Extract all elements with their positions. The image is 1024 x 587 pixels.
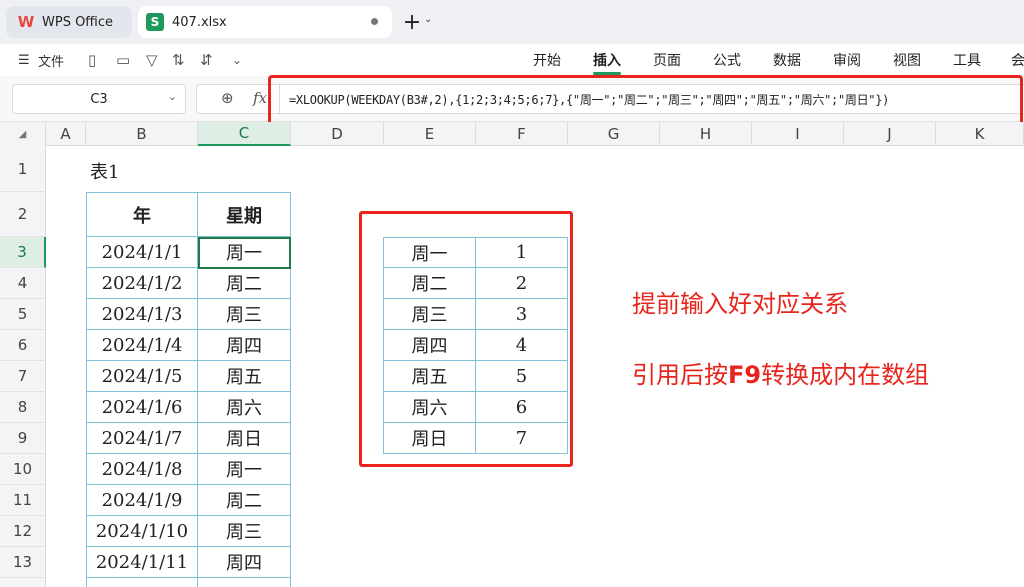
column-header-b[interactable]: B: [86, 122, 198, 146]
file-menu[interactable]: 文件: [38, 44, 64, 76]
date-cell[interactable]: 2024/1/7: [86, 423, 198, 454]
date-cell[interactable]: 2024/1/11: [86, 547, 198, 578]
date-cell[interactable]: 2024/1/5: [86, 361, 198, 392]
weekday-cell[interactable]: 周二: [197, 485, 291, 516]
tab-label: 407.xlsx: [172, 14, 227, 30]
select-all-corner[interactable]: ◢: [0, 122, 46, 146]
row-header-1[interactable]: 1: [0, 146, 46, 192]
formula-highlight-box: [268, 75, 1023, 128]
row-header-7[interactable]: 7: [0, 361, 46, 392]
date-cell[interactable]: 2024/1/8: [86, 454, 198, 485]
annotation-line-2: 引用后按F9转换成内在数组: [632, 355, 929, 390]
menu-icon[interactable]: ☰: [18, 44, 30, 76]
annotation-suffix: 转换成内在数组: [761, 361, 930, 389]
row-header-12[interactable]: 12: [0, 516, 46, 547]
weekday-cell[interactable]: 周四: [197, 330, 291, 361]
menu-review[interactable]: 审阅: [833, 44, 861, 76]
tab-file[interactable]: S 407.xlsx: [138, 6, 392, 38]
date-cell[interactable]: 2024/1/9: [86, 485, 198, 516]
date-cell[interactable]: 2024/1/6: [86, 392, 198, 423]
row-header-4[interactable]: 4: [0, 268, 46, 299]
cell-reference: C3: [90, 91, 108, 107]
weekday-cell[interactable]: 周六: [197, 392, 291, 423]
row-header-13[interactable]: 13: [0, 547, 46, 578]
annotation-line-1: 提前输入好对应关系: [632, 290, 848, 318]
column-header-j[interactable]: J: [844, 122, 936, 146]
column-header-k[interactable]: K: [936, 122, 1024, 146]
row-header-6[interactable]: 6: [0, 330, 46, 361]
new-tab-button[interactable]: +: [402, 8, 422, 36]
menu-start[interactable]: 开始: [533, 44, 561, 76]
menu-tools[interactable]: 工具: [953, 44, 981, 76]
fx-icon[interactable]: fx: [253, 89, 267, 107]
row-header-11[interactable]: 11: [0, 485, 46, 516]
row-header-9[interactable]: 9: [0, 423, 46, 454]
menu-view[interactable]: 视图: [893, 44, 921, 76]
menu-member[interactable]: 会: [1011, 44, 1024, 76]
selected-cell-c3[interactable]: [198, 237, 291, 269]
date-cell[interactable]: 2024/1/10: [86, 516, 198, 547]
weekday-cell[interactable]: 周四: [197, 547, 291, 578]
row-header-10[interactable]: 10: [0, 454, 46, 485]
date-cell[interactable]: 2024/1/4: [86, 330, 198, 361]
weekday-cell[interactable]: 周五: [197, 361, 291, 392]
column-header-h[interactable]: H: [660, 122, 752, 146]
row-header-5[interactable]: 5: [0, 299, 46, 330]
row-header-2[interactable]: 2: [0, 192, 46, 237]
row-header-8[interactable]: 8: [0, 392, 46, 423]
column-header-d[interactable]: D: [291, 122, 384, 146]
menu-data[interactable]: 数据: [773, 44, 801, 76]
column-header-i[interactable]: I: [752, 122, 844, 146]
menu-formula[interactable]: 公式: [713, 44, 741, 76]
row-header-14-partial[interactable]: [0, 578, 46, 587]
spreadsheet-icon: S: [146, 13, 164, 31]
column-header-e[interactable]: E: [384, 122, 476, 146]
weekday-cell[interactable]: 周三: [197, 299, 291, 330]
date-cell-partial[interactable]: [86, 578, 198, 587]
chevron-down-icon[interactable]: ⌄: [424, 14, 432, 25]
column-header-f[interactable]: F: [476, 122, 568, 146]
column-header-g[interactable]: G: [568, 122, 660, 146]
weekday-cell[interactable]: 周日: [197, 423, 291, 454]
tab-label: WPS Office: [42, 14, 114, 30]
weekday-cell[interactable]: 周三: [197, 516, 291, 547]
chevron-down-icon: ⌄: [167, 90, 177, 103]
weekday-cell-partial[interactable]: [197, 578, 291, 587]
zoom-search-icon[interactable]: ⊕: [221, 89, 234, 107]
filter-icon[interactable]: ▽: [146, 44, 158, 76]
paste-icon[interactable]: ▯: [88, 44, 96, 76]
name-box[interactable]: C3 ⌄: [12, 84, 186, 114]
weekday-cell[interactable]: 周一: [197, 454, 291, 485]
date-cell[interactable]: 2024/1/1: [86, 237, 198, 268]
weekday-cell[interactable]: 周二: [197, 268, 291, 299]
sort-desc-icon[interactable]: ⇵: [200, 44, 213, 76]
date-cell[interactable]: 2024/1/2: [86, 268, 198, 299]
sort-icon[interactable]: ⇅: [172, 44, 185, 76]
table-title: 表1: [90, 162, 120, 183]
unsaved-dot-icon: [371, 18, 378, 25]
menu-page[interactable]: 页面: [653, 44, 681, 76]
tab-wps-office[interactable]: W WPS Office: [6, 6, 132, 38]
column-header-a[interactable]: A: [46, 122, 86, 146]
annotation-prefix: 引用后按: [632, 361, 728, 389]
annotation-key: F9: [728, 361, 762, 389]
column-header-c[interactable]: C: [198, 122, 291, 146]
row-header-3[interactable]: 3: [0, 237, 46, 268]
date-cell[interactable]: 2024/1/3: [86, 299, 198, 330]
clipboard-icon[interactable]: ▭: [116, 44, 130, 76]
header-year[interactable]: 年: [86, 192, 198, 237]
lookup-highlight-box: [359, 211, 573, 467]
wps-logo-icon: W: [17, 13, 35, 31]
header-weekday[interactable]: 星期: [197, 192, 291, 237]
more-chevron-icon[interactable]: ⌄: [232, 44, 242, 76]
